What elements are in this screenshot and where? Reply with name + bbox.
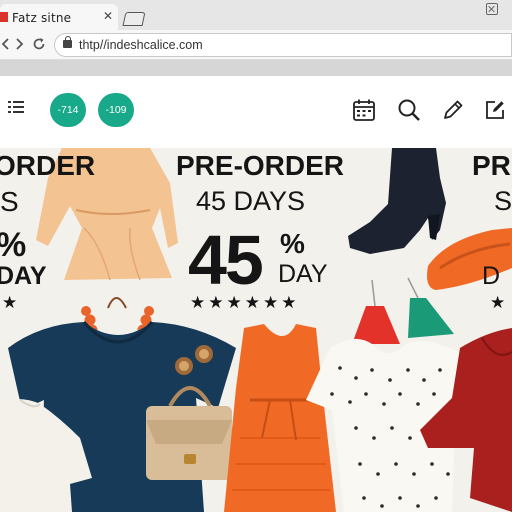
url-text[interactable]: thtp//indeshcalice.com — [79, 38, 203, 52]
forward-icon[interactable] — [14, 37, 26, 54]
promo-subtitle: 45 DAYS — [196, 186, 306, 216]
promo-stars: ★★★★★★ — [190, 293, 300, 312]
promo-left-line2: S — [0, 186, 19, 217]
badge-pill[interactable]: -109 — [98, 93, 134, 127]
promo-left-line3: % — [0, 226, 26, 265]
tab-title: Fatz sitne — [12, 11, 72, 25]
close-icon[interactable]: ✕ — [103, 9, 113, 23]
favicon-icon — [0, 12, 8, 22]
promo-right-stars: ★ — [490, 293, 509, 312]
window-close-icon[interactable] — [486, 3, 498, 15]
promo-right-line2: S — [494, 186, 512, 216]
menu-icon[interactable] — [8, 101, 24, 115]
search-icon[interactable] — [397, 98, 421, 122]
promo-left-line4: DAY — [0, 262, 47, 290]
promo-right-line1: PR — [472, 150, 511, 181]
promo-percent: % — [280, 228, 305, 259]
promo-left-stars: ★ — [2, 293, 21, 312]
app-header: -714 -109 — [0, 76, 512, 148]
promo-left-line1: ORDER — [0, 150, 96, 181]
browser-tab[interactable]: Fatz sitne ✕ — [0, 4, 118, 30]
badge-pill[interactable]: -714 — [50, 93, 86, 127]
promo-title: PRE-ORDER — [176, 150, 345, 181]
tab-strip: Fatz sitne ✕ — [0, 0, 512, 30]
address-toolbar: thtp//indeshcalice.com — [0, 30, 512, 60]
browser-window: Fatz sitne ✕ thtp//indeshcalice.com -714… — [0, 0, 512, 512]
calendar-icon[interactable] — [352, 98, 376, 122]
orange-dress[interactable] — [224, 324, 336, 512]
black-boot[interactable] — [348, 148, 446, 254]
promo-banner[interactable]: ORDER S % DAY ★ PRE-ORDER 45 DAYS 45 % D… — [0, 148, 512, 512]
promo-day: DAY — [278, 260, 328, 288]
toolbar-divider — [0, 60, 512, 76]
lock-icon — [63, 36, 72, 48]
address-bar[interactable]: thtp//indeshcalice.com — [54, 33, 512, 57]
compose-icon[interactable] — [483, 98, 507, 122]
new-tab-icon[interactable] — [122, 12, 146, 26]
back-icon[interactable] — [0, 37, 10, 54]
promo-big-number: 45 — [188, 221, 264, 299]
edit-icon[interactable] — [441, 98, 465, 122]
promo-right-line3: D — [482, 262, 501, 290]
reload-icon[interactable] — [32, 37, 46, 54]
